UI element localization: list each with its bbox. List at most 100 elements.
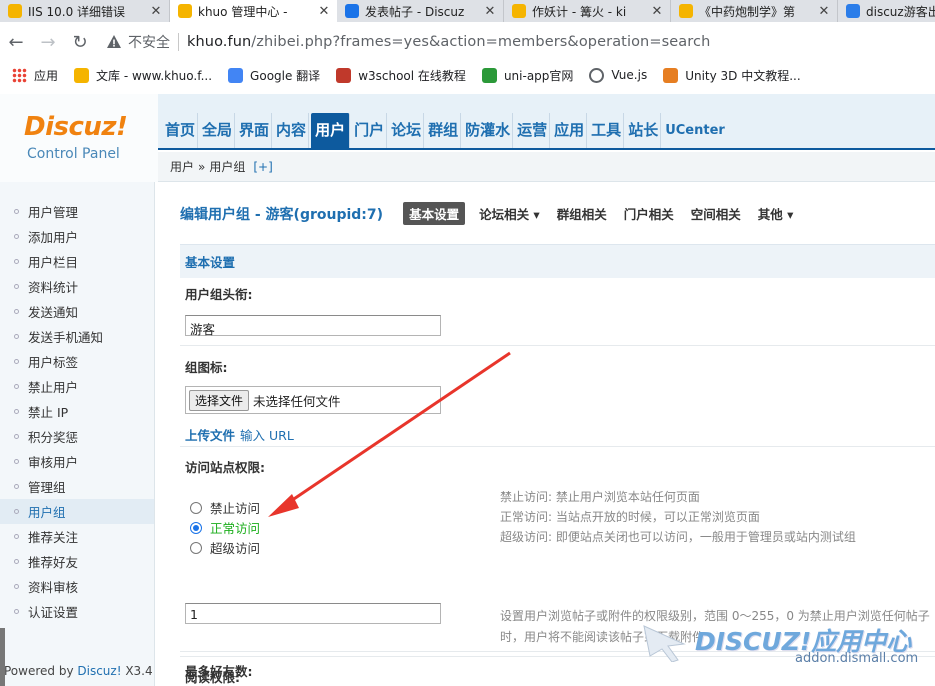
read-permission-input[interactable]: 1	[185, 603, 441, 624]
close-icon[interactable]: ✕	[317, 4, 331, 19]
group-title-label: 用户组头衔:	[185, 287, 253, 302]
sidebar-item[interactable]: 推荐好友	[0, 549, 154, 574]
reload-button[interactable]: ↻	[64, 32, 96, 53]
topnav-item-13[interactable]: UCenter	[662, 117, 728, 148]
topnav-link[interactable]: 门户	[352, 113, 388, 148]
access-radio-option[interactable]: 超级访问	[190, 538, 260, 557]
sidebar-item[interactable]: 认证设置	[0, 599, 154, 624]
sidebar-item[interactable]: 资料统计	[0, 274, 154, 299]
sidebar-item[interactable]: 发送通知	[0, 299, 154, 324]
bookmark-item[interactable]: uni-app官网	[481, 67, 573, 84]
topnav-link[interactable]: 防灌水	[463, 113, 514, 148]
sidebar-scrollbar[interactable]	[0, 628, 5, 686]
security-label[interactable]: 不安全	[128, 32, 170, 52]
topnav-link[interactable]: 内容	[274, 113, 310, 148]
sidebar-item[interactable]: 资料审核	[0, 574, 154, 599]
sidebar-item[interactable]: 禁止用户	[0, 374, 154, 399]
topnav-link[interactable]: 界面	[237, 113, 273, 148]
sidebar-item[interactable]: 积分奖惩	[0, 424, 154, 449]
topnav-item-6[interactable]: 论坛	[388, 113, 425, 148]
sidebar-item-label: 用户栏目	[28, 255, 79, 270]
access-radio-option[interactable]: 禁止访问	[190, 498, 260, 517]
url-text[interactable]: khuo.fun/zhibei.php?frames=yes&action=me…	[187, 34, 710, 50]
topnav-link[interactable]: 运营	[515, 113, 551, 148]
editor-tab[interactable]: 论坛相关 ▾	[479, 204, 540, 223]
editor-tab[interactable]: 基本设置	[403, 202, 466, 225]
topnav-item-10[interactable]: 应用	[551, 113, 588, 148]
sidebar-item[interactable]: 推荐关注	[0, 524, 154, 549]
breadcrumb-root[interactable]: 用户	[170, 158, 194, 175]
topnav-link[interactable]: 论坛	[389, 113, 425, 148]
topnav-item-5[interactable]: 门户	[351, 113, 388, 148]
forward-button[interactable]: →	[32, 32, 64, 53]
topnav-link[interactable]: UCenter	[663, 117, 727, 148]
access-radio-option[interactable]: 正常访问	[190, 518, 260, 537]
sidebar-item[interactable]: 用户标签	[0, 349, 154, 374]
browser-tab-strip: IIS 10.0 详细错误 ✕ khuo 管理中心 - ✕ 发表帖子 - Discuz ✕…	[0, 0, 935, 22]
editor-tab[interactable]: 其他 ▾	[758, 204, 794, 223]
topnav-link[interactable]: 首页	[163, 113, 199, 148]
sidebar-item[interactable]: 审核用户	[0, 449, 154, 474]
topnav-item-4[interactable]: 用户	[310, 113, 351, 148]
sidebar-item[interactable]: 用户组	[0, 499, 154, 524]
topnav-item-7[interactable]: 群组	[425, 113, 462, 148]
browser-tab[interactable]: IIS 10.0 详细错误 ✕	[0, 0, 170, 22]
close-icon[interactable]: ✕	[149, 4, 163, 19]
max-friends-label: 最多好友数:	[185, 664, 253, 679]
topnav-item-8[interactable]: 防灌水	[462, 113, 514, 148]
file-input[interactable]: 选择文件 未选择任何文件	[185, 386, 441, 414]
sidebar-item-label: 用户管理	[28, 205, 79, 220]
browser-tab[interactable]: discuz游客出现✕	[838, 0, 935, 22]
sidebar-item[interactable]: 发送手机通知	[0, 324, 154, 349]
browser-tab[interactable]: khuo 管理中心 - ✕	[170, 0, 337, 22]
topnav-link[interactable]: 全局	[200, 113, 236, 148]
radio-circle[interactable]	[190, 501, 202, 514]
radio-circle[interactable]	[190, 541, 202, 554]
url-field[interactable]: 不安全 khuo.fun/zhibei.php?frames=yes&actio…	[106, 27, 710, 57]
close-icon[interactable]: ✕	[817, 4, 831, 19]
bookmark-item[interactable]: Google 翻译	[228, 67, 320, 84]
topnav-item-9[interactable]: 运营	[514, 113, 551, 148]
browser-tab[interactable]: 作妖计 - 篝火 - ki ✕	[504, 0, 671, 22]
sidebar-item[interactable]: 用户栏目	[0, 249, 154, 274]
choose-file-button[interactable]: 选择文件	[189, 389, 250, 411]
bookmark-item[interactable]: 文库 - www.khuo.f...	[74, 67, 212, 84]
divider	[180, 345, 935, 346]
topnav-link[interactable]: 群组	[426, 113, 462, 148]
editor-tab[interactable]: 空间相关	[691, 204, 741, 223]
topnav-link[interactable]: 用户	[311, 113, 351, 148]
group-title-input[interactable]: 游客	[185, 315, 441, 337]
footer-brand-link[interactable]: Discuz!	[77, 664, 121, 678]
close-icon[interactable]: ✕	[650, 4, 664, 19]
bullet-icon	[14, 559, 19, 564]
sidebar-item[interactable]: 添加用户	[0, 224, 154, 249]
back-button[interactable]: ←	[0, 32, 32, 53]
topnav-item-12[interactable]: 站长	[625, 113, 662, 148]
topnav-item-1[interactable]: 全局	[199, 113, 236, 148]
bookmark-item[interactable]: Unity 3D 中文教程...	[663, 67, 801, 84]
close-icon[interactable]: ✕	[483, 4, 497, 19]
bookmark-item[interactable]: w3school 在线教程	[336, 67, 466, 84]
radio-label: 超级访问	[210, 541, 261, 556]
sidebar-item[interactable]: 用户管理	[0, 199, 154, 224]
discuz-logo[interactable]: Discuz!	[24, 112, 128, 142]
topnav-item-2[interactable]: 界面	[236, 113, 273, 148]
topnav-link[interactable]: 应用	[552, 113, 588, 148]
sidebar-item[interactable]: 管理组	[0, 474, 154, 499]
browser-tab[interactable]: 《中药炮制学》第 ✕	[671, 0, 838, 22]
upload-file-link[interactable]: 上传文件	[185, 428, 235, 443]
topnav-link[interactable]: 工具	[589, 113, 625, 148]
topnav-link[interactable]: 站长	[626, 113, 662, 148]
bookmark-item[interactable]: Vue.js	[589, 67, 647, 83]
sidebar-item[interactable]: 禁止 IP	[0, 399, 154, 424]
editor-tab[interactable]: 门户相关	[624, 204, 674, 223]
radio-circle[interactable]	[190, 521, 202, 534]
browser-tab[interactable]: 发表帖子 - Discuz ✕	[337, 0, 504, 22]
topnav-item-0[interactable]: 首页	[162, 113, 199, 148]
editor-tab[interactable]: 群组相关	[557, 204, 607, 223]
bookmark-item[interactable]: 应用	[12, 67, 58, 84]
topnav-item-11[interactable]: 工具	[588, 113, 625, 148]
breadcrumb-add-link[interactable]: [+]	[253, 160, 272, 174]
input-url-link[interactable]: 输入 URL	[240, 428, 294, 443]
topnav-item-3[interactable]: 内容	[273, 113, 310, 148]
